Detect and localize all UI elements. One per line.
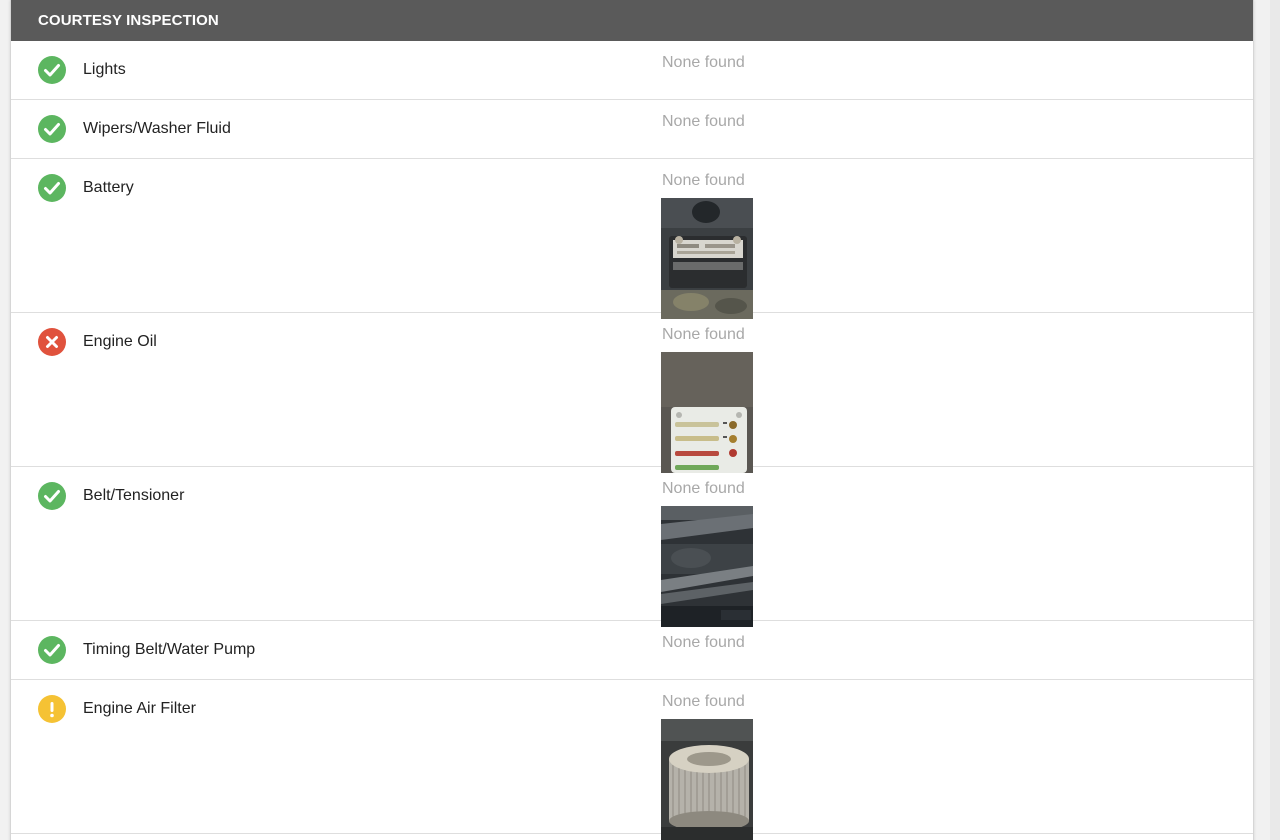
- item-label: Lights: [83, 61, 126, 78]
- item-label: Engine Oil: [83, 333, 157, 350]
- check-icon: [38, 56, 66, 84]
- item-label: Belt/Tensioner: [83, 487, 185, 504]
- item-note: None found: [662, 634, 745, 651]
- inspection-row-lights: Lights None found: [11, 41, 1253, 100]
- item-note: None found: [662, 172, 745, 189]
- battery-photo[interactable]: [661, 198, 753, 319]
- page-scrollbar[interactable]: [1270, 0, 1280, 840]
- item-label: Engine Air Filter: [83, 700, 196, 717]
- item-note: None found: [662, 326, 745, 343]
- item-note: None found: [662, 693, 745, 710]
- inspection-row-belt-tensioner: Belt/Tensioner None found: [11, 467, 1253, 627]
- belt-photo[interactable]: [661, 506, 753, 627]
- check-icon: [38, 115, 66, 143]
- inspection-page: COURTESY INSPECTION Lights None found Wi…: [0, 0, 1280, 840]
- inspection-row-engine-oil: Engine Oil None found: [11, 313, 1253, 473]
- inspection-row-timing-belt: Timing Belt/Water Pump None found: [11, 621, 1253, 680]
- item-note: None found: [662, 480, 745, 497]
- check-icon: [38, 636, 66, 664]
- air-filter-photo[interactable]: [661, 719, 753, 840]
- item-note: None found: [662, 54, 745, 71]
- item-label: Timing Belt/Water Pump: [83, 641, 256, 658]
- exclamation-icon: [38, 695, 66, 723]
- inspection-row-wipers: Wipers/Washer Fluid None found: [11, 100, 1253, 159]
- item-note: None found: [662, 113, 745, 130]
- engine-oil-dipstick-card-photo[interactable]: [661, 352, 753, 473]
- item-label: Wipers/Washer Fluid: [83, 120, 231, 137]
- inspection-row-engine-air-filter: Engine Air Filter None found: [11, 680, 1253, 840]
- section-header: COURTESY INSPECTION: [11, 0, 1253, 41]
- inspection-row-battery: Battery None found: [11, 159, 1253, 319]
- check-icon: [38, 174, 66, 202]
- courtesy-inspection-card: COURTESY INSPECTION Lights None found Wi…: [10, 0, 1254, 840]
- x-icon: [38, 328, 66, 356]
- item-label: Battery: [83, 179, 134, 196]
- check-icon: [38, 482, 66, 510]
